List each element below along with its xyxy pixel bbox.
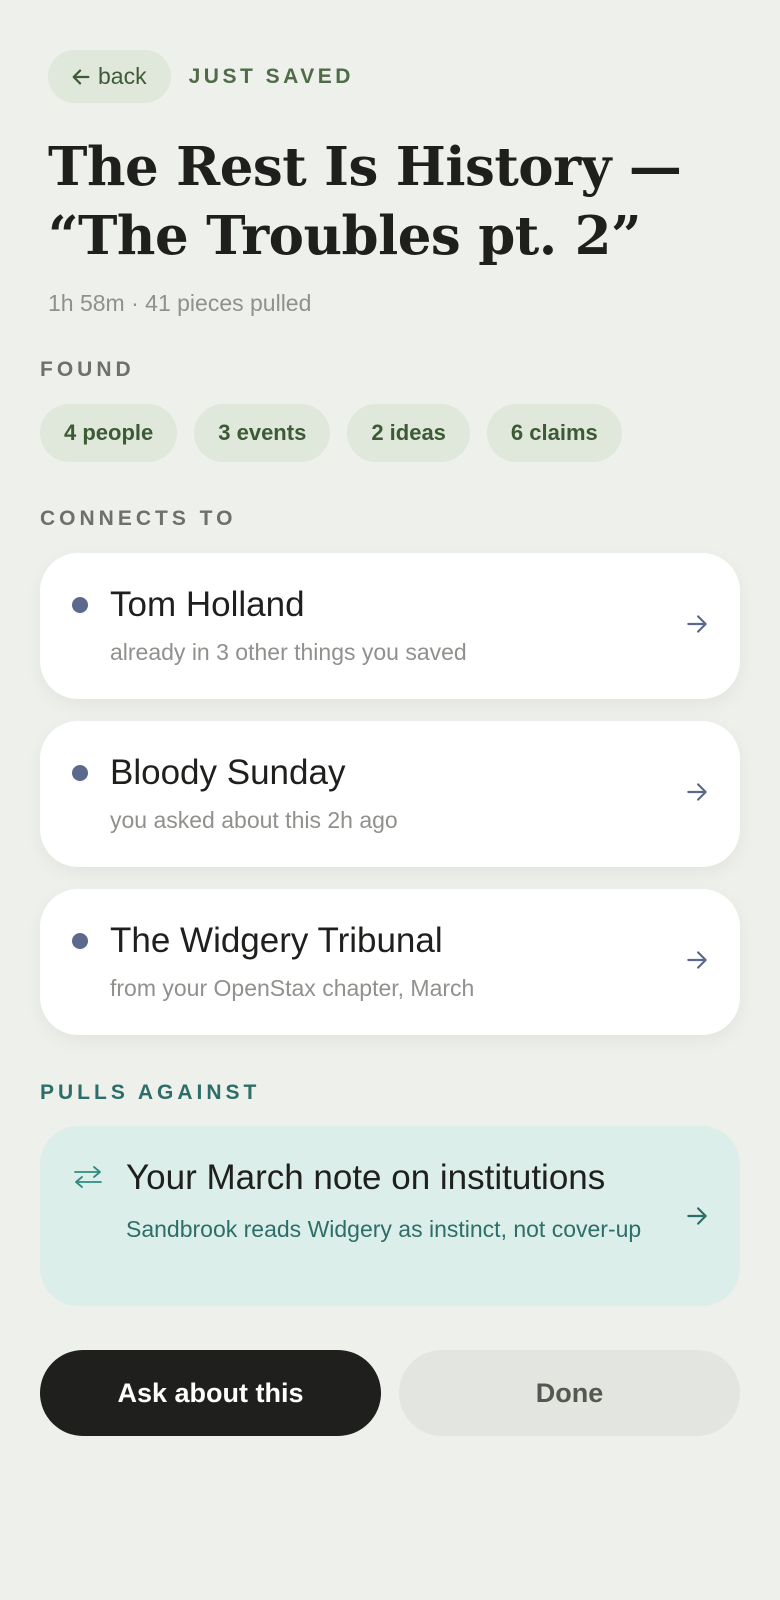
back-button[interactable]: back — [48, 50, 171, 103]
arrow-right-icon — [687, 615, 707, 633]
arrow-right-icon — [687, 951, 707, 969]
found-label: FOUND — [40, 358, 135, 381]
bullet-dot — [72, 597, 88, 613]
chip-people[interactable]: 4 people — [40, 404, 178, 462]
bullet-dot — [72, 765, 88, 781]
connection-card[interactable]: Tom Holland already in 3 other things yo… — [40, 553, 740, 699]
pulls-against-label: PULLS AGAINST — [40, 1081, 261, 1104]
swap-arrows-icon — [74, 1166, 102, 1188]
status-label: JUST SAVED — [188, 64, 354, 88]
arrow-right-icon — [687, 783, 707, 801]
arrow-right-icon — [687, 1207, 707, 1225]
ask-button[interactable]: Ask about this — [40, 1350, 381, 1436]
arrow-left-icon — [72, 68, 90, 85]
chip-events[interactable]: 3 events — [194, 404, 331, 462]
contrast-title: Your March note on institutions — [126, 1158, 606, 1197]
connection-subtitle: from your OpenStax chapter, March — [110, 975, 475, 1001]
chip-ideas[interactable]: 2 ideas — [347, 404, 470, 462]
connection-title: Tom Holland — [110, 585, 305, 624]
connection-subtitle: you asked about this 2h ago — [110, 807, 398, 833]
contrast-subtitle: Sandbrook reads Widgery as instinct, not… — [126, 1216, 642, 1242]
found-chips: 4 people 3 events 2 ideas 6 claims — [40, 404, 622, 462]
connection-subtitle: already in 3 other things you saved — [110, 639, 467, 665]
connection-title: The Widgery Tribunal — [110, 921, 443, 960]
bullet-dot — [72, 933, 88, 949]
connection-title: Bloody Sunday — [110, 753, 346, 792]
done-button[interactable]: Done — [399, 1350, 740, 1436]
connects-label: CONNECTS TO — [40, 507, 237, 530]
contrast-card[interactable]: Your March note on institutions Sandbroo… — [40, 1126, 740, 1306]
header: back JUST SAVED — [48, 50, 354, 103]
chip-claims[interactable]: 6 claims — [486, 404, 622, 462]
connection-card[interactable]: The Widgery Tribunal from your OpenStax … — [40, 889, 740, 1035]
page-title: The Rest Is History — “The Troubles pt. … — [48, 136, 682, 267]
connection-card[interactable]: Bloody Sunday you asked about this 2h ag… — [40, 721, 740, 867]
item-meta: 1h 58m · 41 pieces pulled — [48, 290, 312, 316]
back-label: back — [98, 63, 147, 89]
